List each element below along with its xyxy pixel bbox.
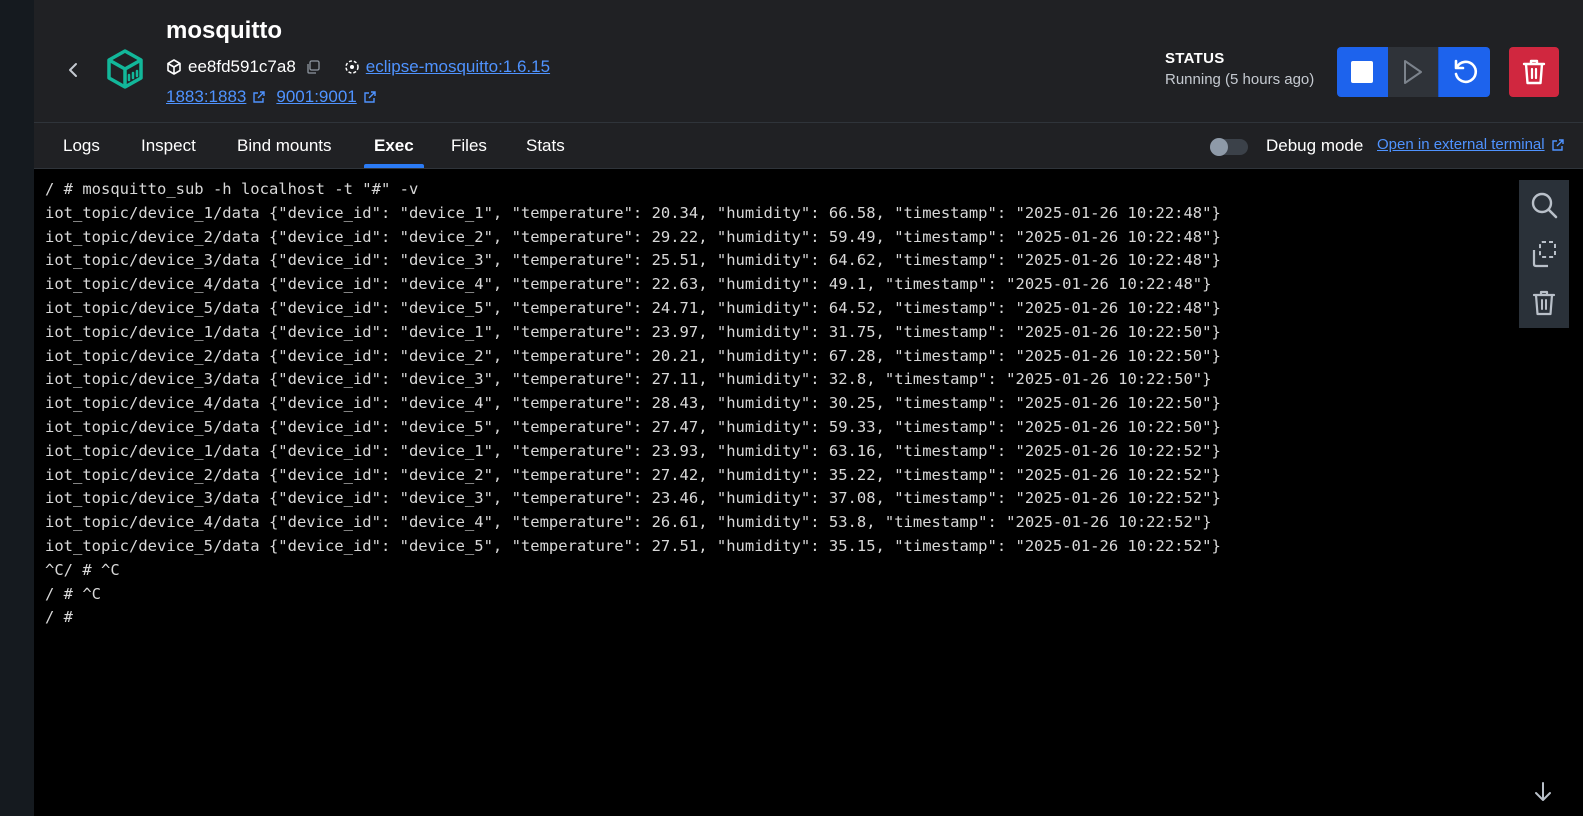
- container-detail-view: mosquitto ee8fd591c7a8 eclipse-mosquitto…: [34, 0, 1583, 816]
- ports-row: 1883:1883 9001:9001: [166, 86, 377, 108]
- toggle-knob: [1210, 138, 1228, 156]
- copy-icon: [1532, 240, 1556, 268]
- tab-logs[interactable]: Logs: [63, 122, 100, 168]
- status-value: Running (5 hours ago): [1165, 71, 1315, 88]
- container-name: mosquitto: [166, 17, 282, 44]
- terminal-tools: [1519, 180, 1569, 328]
- search-icon: [1531, 192, 1558, 218]
- terminal[interactable]: / # mosquitto_sub -h localhost -t "#" -v…: [34, 169, 1583, 816]
- restart-icon: [1454, 59, 1477, 84]
- terminal-line: / #: [45, 608, 73, 627]
- debug-mode-label: Debug mode: [1266, 136, 1364, 155]
- tab-exec[interactable]: Exec: [364, 122, 424, 168]
- clear-terminal-button[interactable]: [1529, 288, 1559, 318]
- status-label: STATUS: [1165, 50, 1225, 67]
- tab-stats[interactable]: Stats: [526, 122, 565, 168]
- terminal-line: iot_topic/device_5/data {"device_id": "d…: [45, 536, 1221, 555]
- copy-output-button[interactable]: [1529, 239, 1559, 269]
- trash-icon: [1532, 291, 1556, 316]
- cube-icon: [167, 59, 181, 75]
- terminal-output: / # mosquitto_sub -h localhost -t "#" -v…: [45, 178, 1221, 630]
- copy-icon[interactable]: [306, 60, 320, 74]
- scroll-to-bottom-button[interactable]: [1531, 779, 1555, 805]
- port-link-1883[interactable]: 1883:1883: [166, 87, 266, 107]
- stop-button[interactable]: [1337, 47, 1388, 97]
- stop-icon: [1351, 61, 1374, 83]
- image-link[interactable]: eclipse-mosquitto:1.6.15: [366, 57, 550, 77]
- terminal-line: ^C/ # ^C: [45, 560, 120, 579]
- play-icon: [1404, 60, 1422, 84]
- tab-inspect[interactable]: Inspect: [141, 122, 196, 168]
- left-sidebar-strip: [0, 0, 35, 816]
- arrow-down-icon: [1535, 782, 1551, 801]
- terminal-line: / # mosquitto_sub -h localhost -t "#" -v: [45, 180, 419, 198]
- external-link-icon: [364, 91, 376, 103]
- terminal-line: iot_topic/device_2/data {"device_id": "d…: [45, 227, 1221, 246]
- debug-mode-toggle[interactable]: [1210, 138, 1248, 156]
- image-icon: [345, 60, 359, 74]
- terminal-line: iot_topic/device_5/data {"device_id": "d…: [45, 417, 1221, 436]
- terminal-line: / # ^C: [45, 584, 101, 603]
- external-link-icon: [253, 91, 266, 103]
- terminal-line: iot_topic/device_4/data {"device_id": "d…: [45, 513, 1212, 532]
- port-label: 1883:1883: [166, 87, 247, 106]
- terminal-line: iot_topic/device_2/data {"device_id": "d…: [45, 465, 1221, 484]
- container-cube-icon: [107, 49, 143, 89]
- terminal-line: iot_topic/device_3/data {"device_id": "d…: [45, 489, 1221, 508]
- terminal-line: iot_topic/device_3/data {"device_id": "d…: [45, 370, 1212, 389]
- container-header: mosquitto ee8fd591c7a8 eclipse-mosquitto…: [34, 0, 1583, 123]
- terminal-line: iot_topic/device_1/data {"device_id": "d…: [45, 441, 1221, 460]
- chevron-left-icon: [69, 63, 77, 77]
- terminal-line: iot_topic/device_5/data {"device_id": "d…: [45, 298, 1221, 317]
- container-actions: [1337, 47, 1490, 97]
- port-label: 9001:9001: [276, 87, 357, 106]
- tab-files[interactable]: Files: [451, 122, 487, 168]
- container-id: ee8fd591c7a8: [188, 57, 296, 76]
- restart-button[interactable]: [1438, 47, 1490, 97]
- trash-icon: [1522, 59, 1546, 85]
- container-meta-row: ee8fd591c7a8 eclipse-mosquitto:1.6.15: [166, 56, 550, 78]
- back-button[interactable]: [62, 58, 84, 82]
- delete-button[interactable]: [1509, 47, 1559, 97]
- tab-bind-mounts[interactable]: Bind mounts: [237, 122, 332, 168]
- terminal-line: iot_topic/device_2/data {"device_id": "d…: [45, 346, 1221, 365]
- external-terminal-label: Open in external terminal: [1377, 136, 1545, 153]
- search-button[interactable]: [1529, 190, 1559, 220]
- port-link-9001[interactable]: 9001:9001: [276, 87, 376, 107]
- terminal-line: iot_topic/device_4/data {"device_id": "d…: [45, 394, 1221, 413]
- terminal-line: iot_topic/device_4/data {"device_id": "d…: [45, 275, 1212, 294]
- terminal-line: iot_topic/device_3/data {"device_id": "d…: [45, 251, 1221, 270]
- open-external-terminal-link[interactable]: Open in external terminal: [1377, 136, 1565, 153]
- external-link-icon: [1551, 138, 1564, 151]
- terminal-line: iot_topic/device_1/data {"device_id": "d…: [45, 322, 1221, 341]
- status-block: STATUS Running (5 hours ago): [1165, 50, 1314, 88]
- terminal-line: iot_topic/device_1/data {"device_id": "d…: [45, 203, 1221, 222]
- start-button[interactable]: [1387, 47, 1439, 97]
